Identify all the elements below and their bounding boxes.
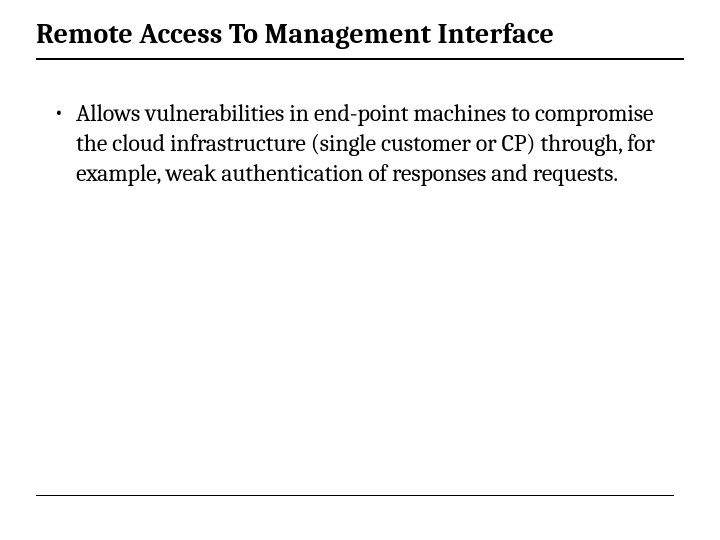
slide: Remote Access To Management Interface • … — [0, 0, 720, 540]
bullet-icon: • — [54, 98, 76, 128]
footer-divider — [36, 495, 674, 496]
list-item: • Allows vulnerabilities in end-point ma… — [54, 98, 684, 188]
bullet-list: • Allows vulnerabilities in end-point ma… — [36, 98, 684, 188]
slide-title: Remote Access To Management Interface — [36, 18, 684, 60]
bullet-text: Allows vulnerabilities in end-point mach… — [76, 98, 684, 188]
